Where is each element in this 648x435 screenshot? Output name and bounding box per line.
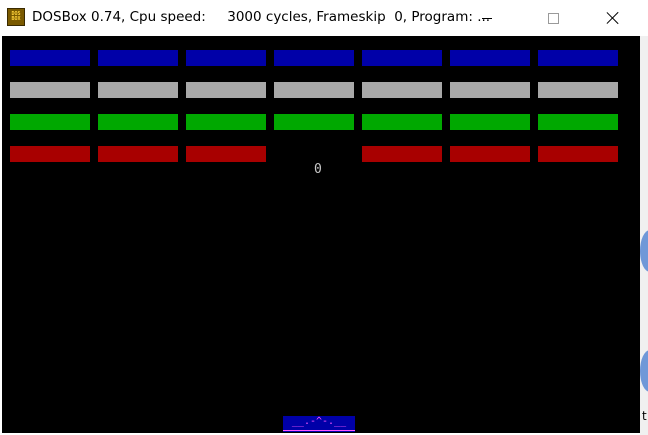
brick [450,50,530,66]
brick [10,50,90,66]
window-title: DOSBox 0.74, Cpu speed: 3000 cycles, Fra… [32,9,491,25]
close-icon [606,11,620,25]
brick [98,114,178,130]
brick [98,50,178,66]
brick [274,82,354,98]
icon-text-bottom: BOX [11,16,21,22]
brick [98,146,178,162]
brick [362,114,442,130]
paddle: __.-^-.__ [283,416,355,432]
brick [538,146,618,162]
brick [186,50,266,66]
game-screen[interactable]: 0 __.-^-.__ [2,36,640,433]
maximize-button[interactable] [530,0,576,36]
minimize-icon [482,17,492,19]
brick [362,50,442,66]
score-display: 0 [314,162,322,177]
brick [186,146,266,162]
brick [186,114,266,130]
brick [450,114,530,130]
brick [538,50,618,66]
brick [450,146,530,162]
brick [538,82,618,98]
brick [362,82,442,98]
brick [10,82,90,98]
brick [274,50,354,66]
brick [362,146,442,162]
minimize-button[interactable] [464,0,510,36]
brick [10,114,90,130]
maximize-icon [547,12,559,24]
background-text: t [642,409,647,423]
dosbox-window: DOS BOX DOSBox 0.74, Cpu speed: 3000 cyc… [0,0,648,435]
brick [274,114,354,130]
close-button[interactable] [590,0,636,36]
title-bar[interactable]: DOS BOX DOSBox 0.74, Cpu speed: 3000 cyc… [0,0,648,36]
brick [538,114,618,130]
brick [186,82,266,98]
brick [98,82,178,98]
dosbox-icon[interactable]: DOS BOX [7,8,25,26]
brick [10,146,90,162]
brick [450,82,530,98]
